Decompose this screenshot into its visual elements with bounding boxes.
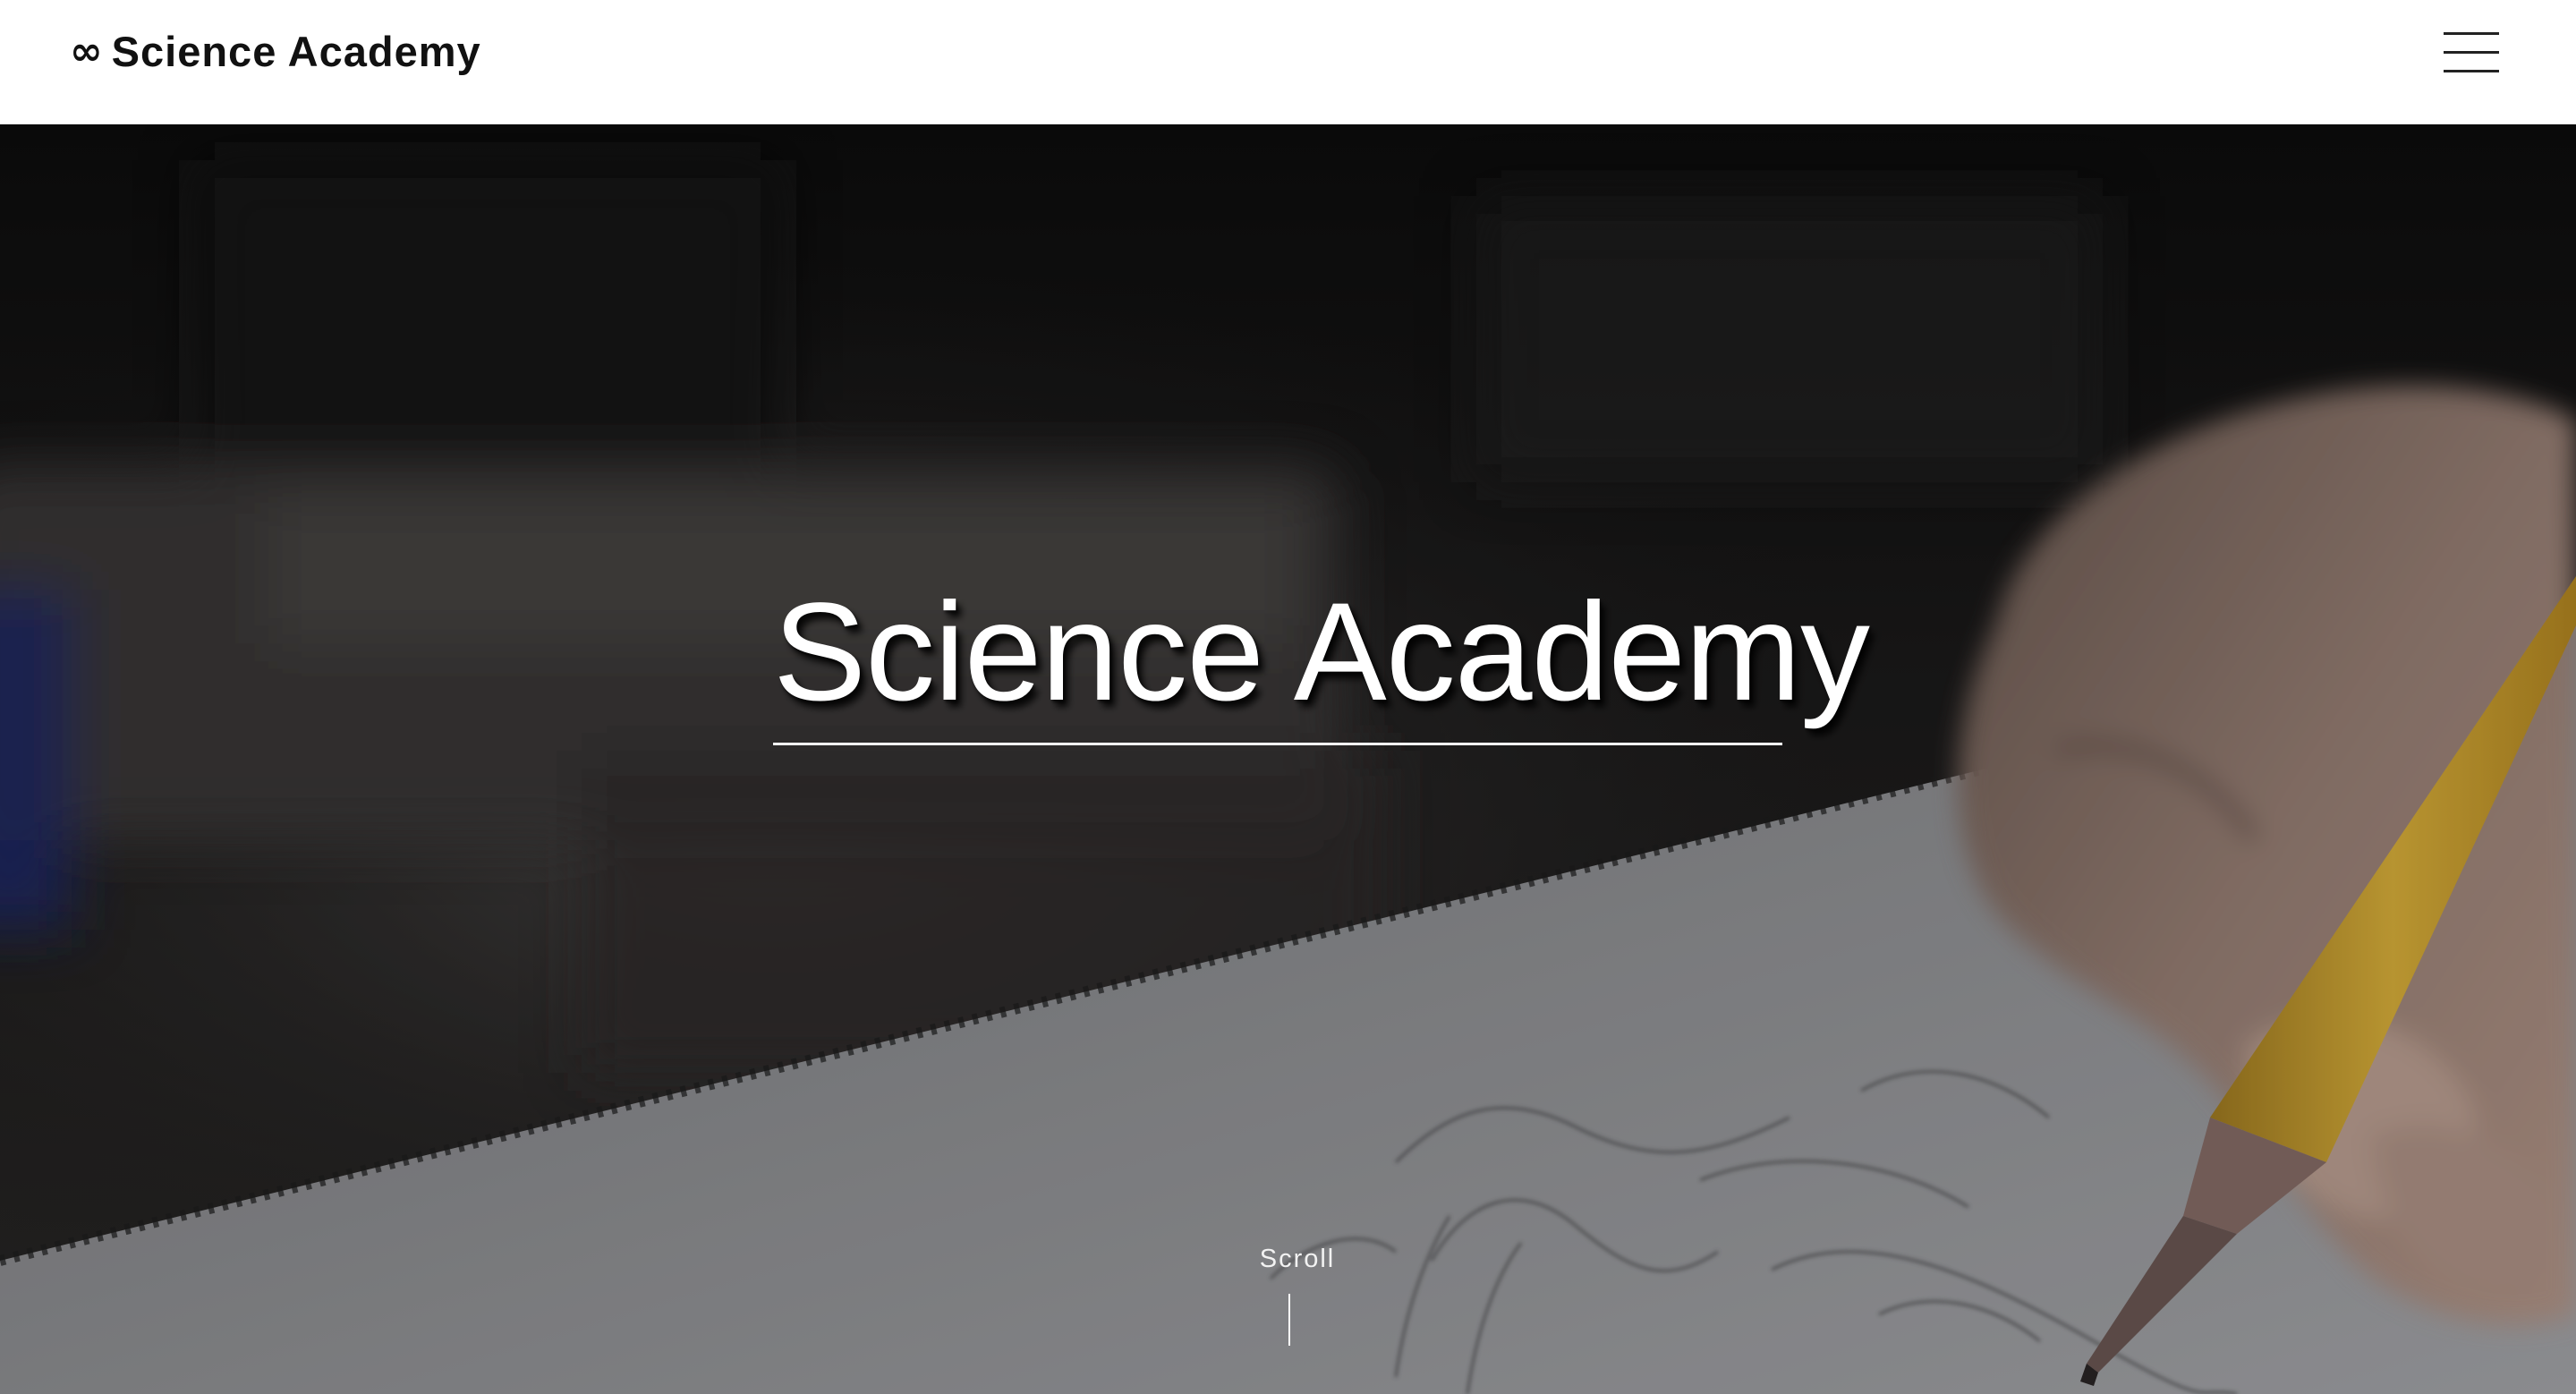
hero-title-container: Science Academy: [773, 572, 1870, 745]
hamburger-menu-icon-bar: [2444, 51, 2499, 54]
hamburger-menu-icon-bar: [2444, 70, 2499, 72]
site-header: ∞ Science Academy: [0, 0, 2576, 124]
infinity-icon: ∞: [70, 29, 103, 74]
page: ∞ Science Academy Science Academy Scroll: [0, 0, 2576, 1394]
site-logo-link[interactable]: ∞ Science Academy: [70, 25, 481, 79]
hero-title: Science Academy: [773, 574, 1870, 730]
hamburger-menu-icon: [2444, 32, 2499, 35]
scroll-indicator[interactable]: Scroll: [1244, 1243, 1351, 1346]
hero-section: Science Academy Scroll: [0, 124, 2576, 1394]
scroll-line-icon: [1288, 1294, 1290, 1346]
hero-background-image: [0, 124, 2576, 1394]
site-logo-text: Science Academy: [111, 28, 481, 75]
hero-title-underline: [773, 743, 1782, 745]
scroll-label: Scroll: [1259, 1245, 1336, 1273]
hamburger-menu-button[interactable]: [2444, 27, 2499, 77]
